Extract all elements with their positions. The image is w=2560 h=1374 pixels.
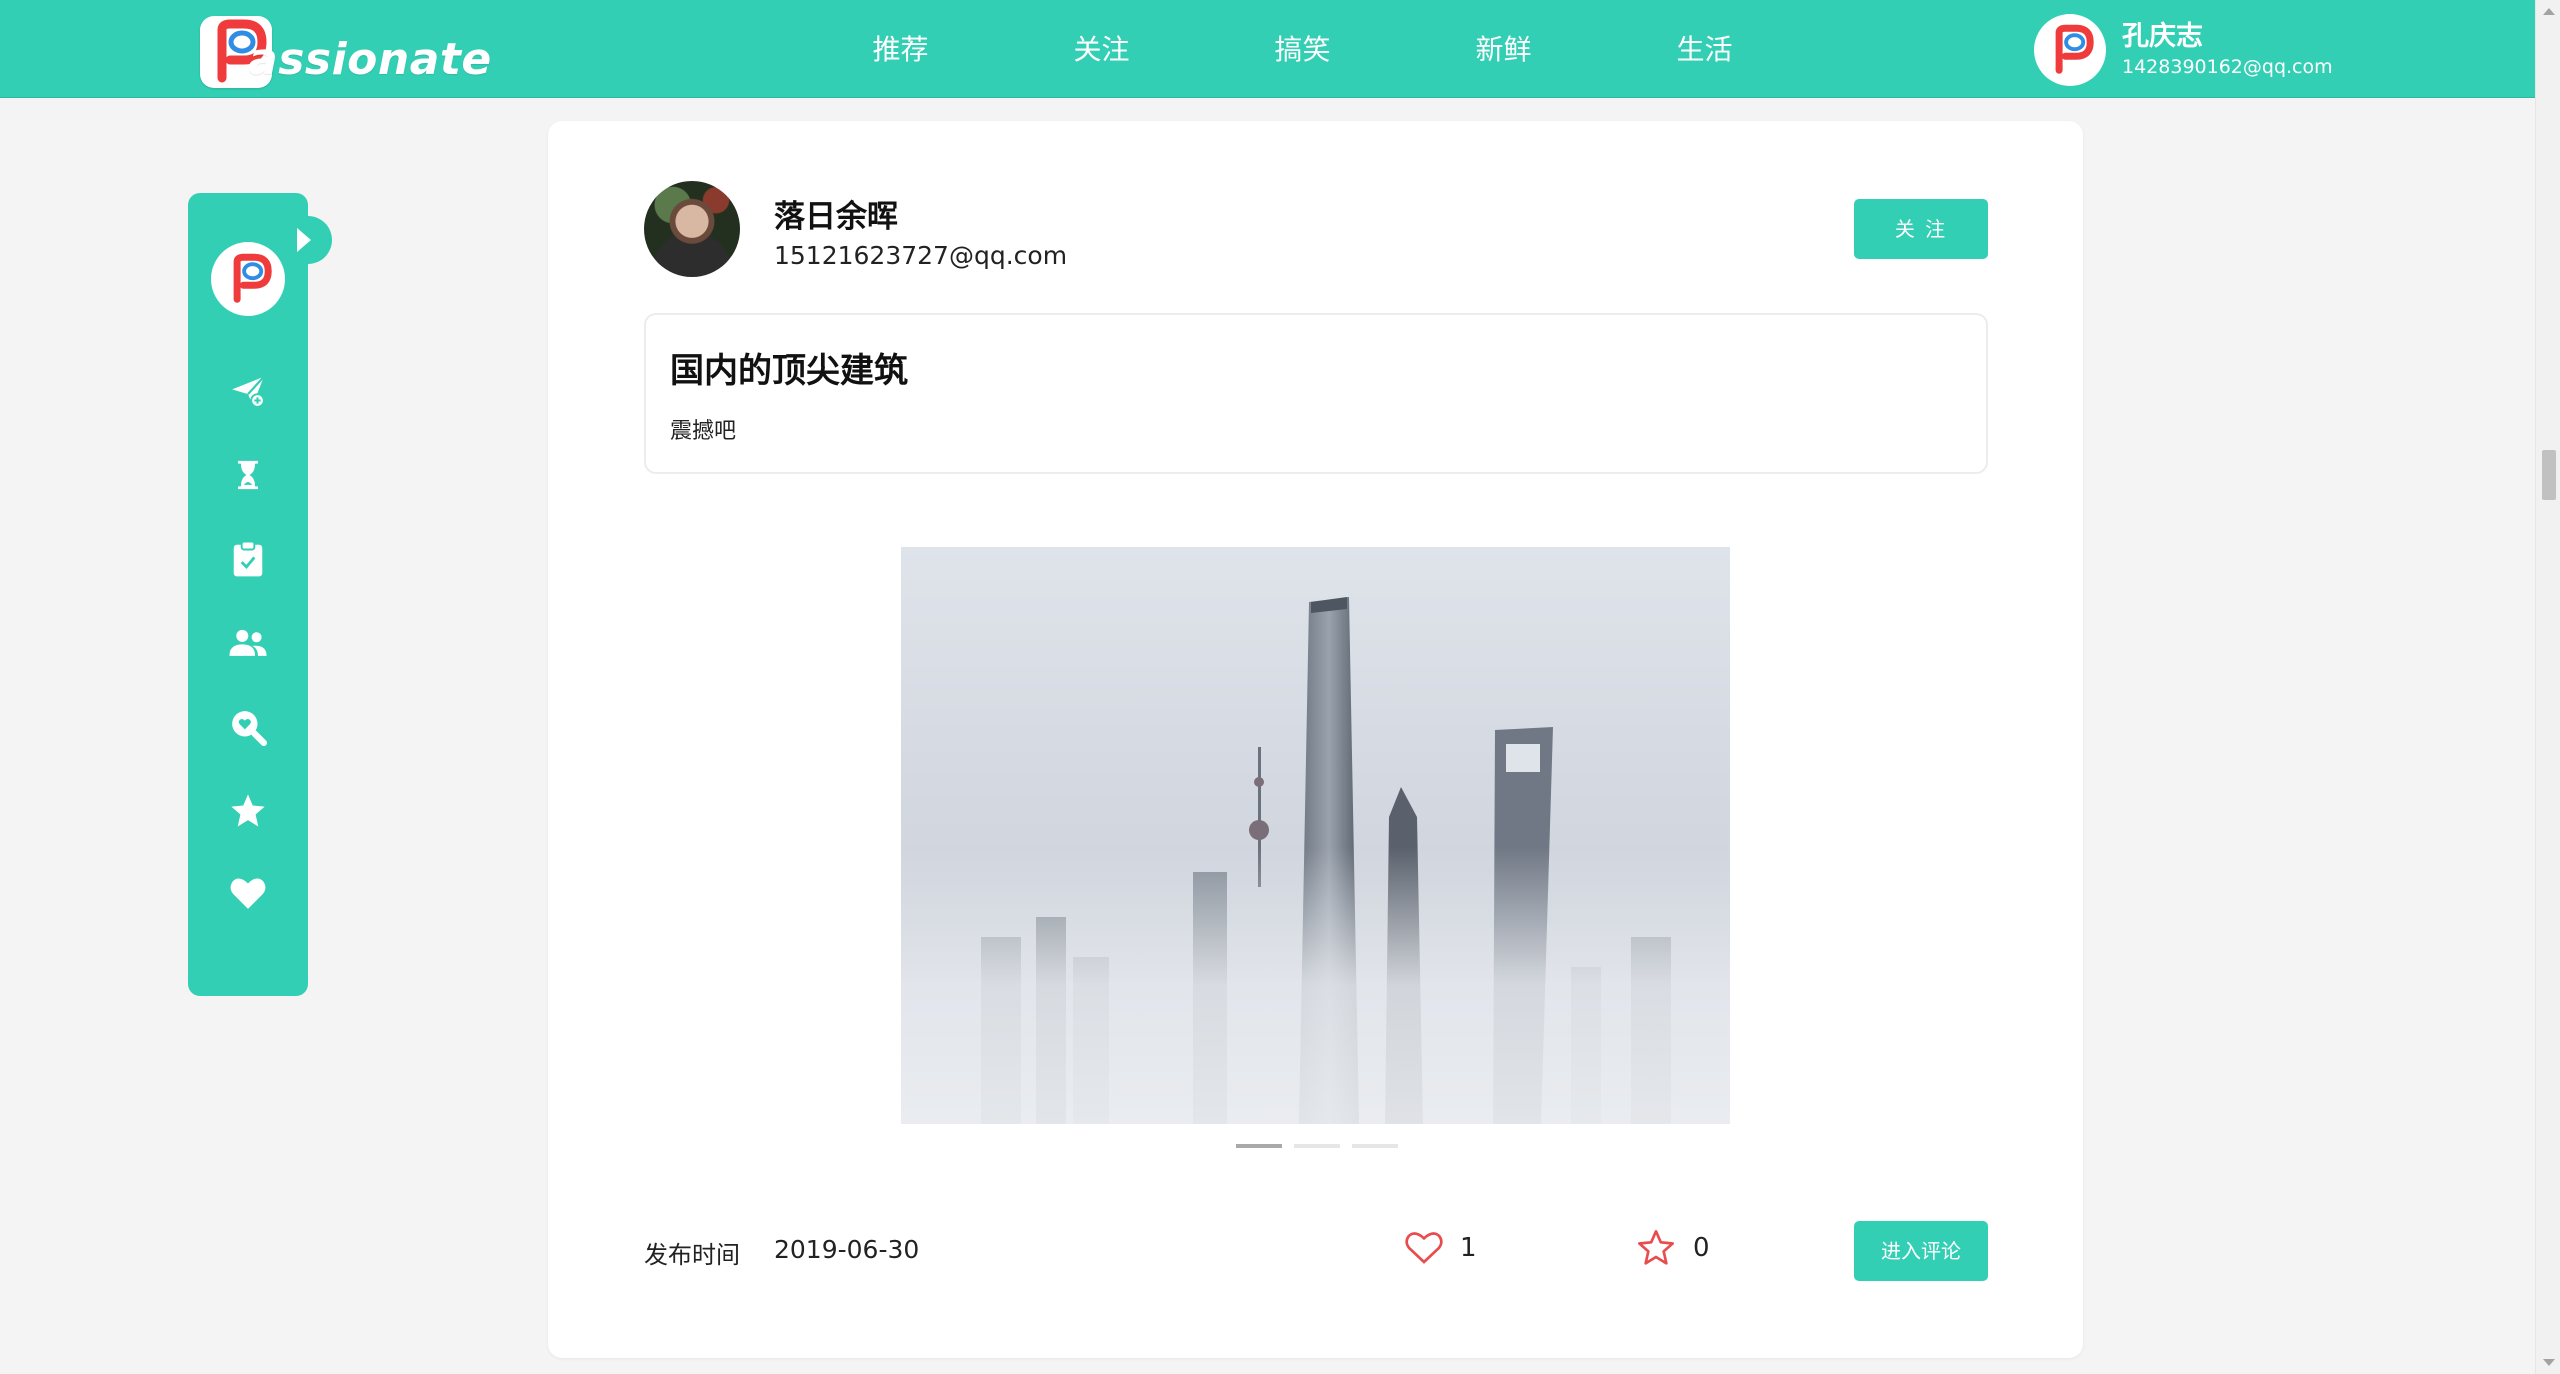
author-avatar[interactable] [644, 181, 740, 277]
nav-tab-recommend[interactable]: 推荐 [800, 0, 1001, 98]
brand-logo[interactable]: assionate [200, 12, 491, 88]
favorite-star-icon[interactable] [1636, 1228, 1676, 1268]
post-body-text: 震撼吧 [670, 419, 737, 444]
heart-icon[interactable] [228, 873, 268, 913]
publish-date: 2019-06-30 [774, 1235, 920, 1264]
scroll-thumb[interactable] [2542, 450, 2556, 500]
scroll-up-arrow-icon[interactable] [2543, 8, 2555, 15]
carousel-dot-1[interactable] [1236, 1144, 1282, 1148]
author-name[interactable]: 落日余晖 [774, 191, 898, 236]
favorite-count: 0 [1693, 1233, 1710, 1263]
sidebar-logo-icon[interactable] [211, 242, 285, 316]
star-icon[interactable] [228, 791, 268, 831]
search-heart-icon[interactable] [228, 707, 268, 747]
user-email: 1428390162@qq.com [2122, 56, 2333, 78]
like-heart-icon[interactable] [1404, 1228, 1444, 1268]
nav-tab-follow[interactable]: 关注 [1001, 0, 1202, 98]
enter-comments-button[interactable]: 进入评论 [1854, 1221, 1988, 1281]
post-card: 落日余晖 15121623727@qq.com 关 注 国内的顶尖建筑 震撼吧 [548, 121, 2083, 1358]
logo-wordmark: assionate [248, 34, 492, 85]
top-navbar: assionate 推荐 关注 搞笑 新鲜 生活 孔庆志 1428390162@… [0, 0, 2535, 98]
post-content-box: 国内的顶尖建筑 震撼吧 [644, 313, 1988, 474]
left-sidebar [188, 193, 308, 996]
post-title: 国内的顶尖建筑 [670, 351, 908, 391]
carousel-dot-3[interactable] [1352, 1144, 1398, 1148]
hourglass-icon[interactable] [228, 455, 268, 495]
main-nav: 推荐 关注 搞笑 新鲜 生活 [800, 0, 1805, 98]
page-scrollbar[interactable] [2535, 0, 2560, 1374]
follow-button[interactable]: 关 注 [1854, 199, 1988, 259]
like-count: 1 [1460, 1233, 1477, 1263]
nav-tab-funny[interactable]: 搞笑 [1202, 0, 1403, 98]
scroll-down-arrow-icon[interactable] [2543, 1359, 2555, 1366]
user-name: 孔庆志 [2122, 21, 2203, 52]
post-image-skyline[interactable] [901, 547, 1730, 1124]
nav-tab-life[interactable]: 生活 [1604, 0, 1805, 98]
carousel-dot-2[interactable] [1294, 1144, 1340, 1148]
carousel-indicators [1236, 1144, 1398, 1148]
sidebar-expand-toggle-icon[interactable] [284, 216, 332, 264]
author-email: 15121623727@qq.com [774, 241, 1068, 270]
publish-time-label: 发布时间 [644, 1241, 740, 1269]
user-profile[interactable]: 孔庆志 1428390162@qq.com [2034, 14, 2333, 86]
user-avatar[interactable] [2034, 14, 2106, 86]
users-icon[interactable] [228, 623, 268, 663]
send-icon[interactable] [228, 371, 268, 411]
clipboard-check-icon[interactable] [228, 539, 268, 579]
nav-tab-fresh[interactable]: 新鲜 [1403, 0, 1604, 98]
